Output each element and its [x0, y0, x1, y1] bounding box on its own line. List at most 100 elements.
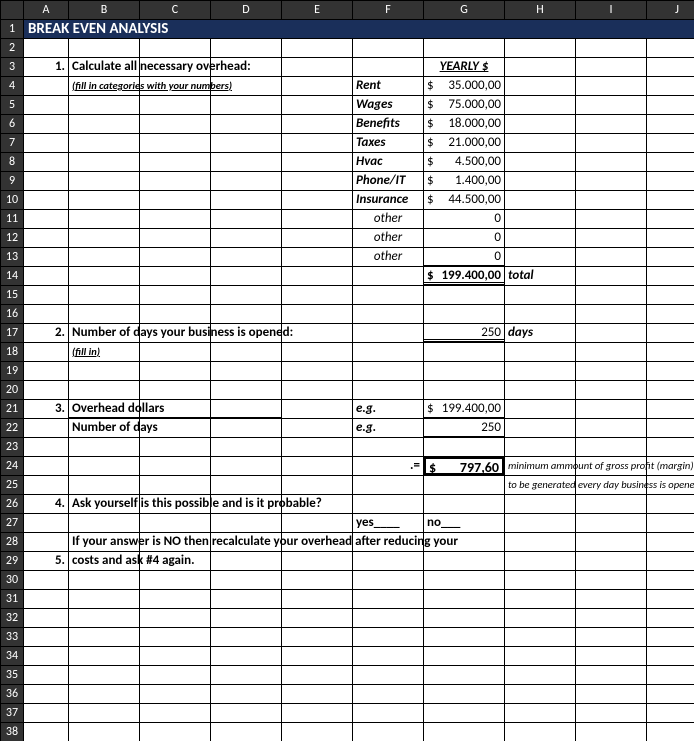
- cell[interactable]: [505, 77, 575, 95]
- cell[interactable]: [505, 115, 575, 133]
- cell[interactable]: [424, 381, 504, 399]
- cell[interactable]: [211, 704, 281, 722]
- cell[interactable]: [140, 305, 210, 323]
- row-header[interactable]: 29: [1, 552, 23, 570]
- col-header[interactable]: D: [211, 1, 281, 19]
- cell[interactable]: [576, 571, 646, 589]
- cell[interactable]: [140, 457, 210, 475]
- cell[interactable]: [282, 191, 352, 209]
- overhead-label[interactable]: Phone/IT: [353, 172, 423, 190]
- cell[interactable]: [211, 134, 281, 152]
- cell[interactable]: [576, 381, 646, 399]
- overhead-label[interactable]: Insurance: [353, 191, 423, 209]
- cell[interactable]: [69, 381, 139, 399]
- note[interactable]: minimum ammount of gross profit (margin): [505, 457, 575, 475]
- section-sub[interactable]: (fill in): [69, 343, 139, 361]
- cell[interactable]: [353, 324, 423, 342]
- cell[interactable]: [282, 419, 352, 437]
- cell[interactable]: [69, 457, 139, 475]
- cell[interactable]: [24, 647, 68, 665]
- row-header[interactable]: 25: [1, 476, 23, 494]
- cell[interactable]: [647, 96, 694, 114]
- cell[interactable]: [69, 172, 139, 190]
- cell[interactable]: [24, 571, 68, 589]
- cell[interactable]: [282, 552, 352, 570]
- cell[interactable]: [576, 723, 646, 741]
- cell[interactable]: [576, 305, 646, 323]
- row-header[interactable]: 19: [1, 362, 23, 380]
- row-header[interactable]: 12: [1, 229, 23, 247]
- cell[interactable]: [353, 666, 423, 684]
- cell[interactable]: [211, 514, 281, 532]
- cell[interactable]: [647, 438, 694, 456]
- cell[interactable]: [140, 286, 210, 304]
- col-header[interactable]: F: [353, 1, 423, 19]
- cell[interactable]: [24, 343, 68, 361]
- cell[interactable]: [140, 476, 210, 494]
- cell[interactable]: [140, 210, 210, 228]
- cell[interactable]: [647, 685, 694, 703]
- cell[interactable]: [282, 571, 352, 589]
- row-header[interactable]: 3: [1, 58, 23, 76]
- eg-label[interactable]: e.g.: [353, 419, 423, 437]
- cell[interactable]: [505, 134, 575, 152]
- cell[interactable]: [505, 210, 575, 228]
- cell[interactable]: [505, 723, 575, 741]
- cell[interactable]: [211, 362, 281, 380]
- section-sub[interactable]: (fill in categories with your numbers): [69, 77, 139, 95]
- row-header[interactable]: 21: [1, 400, 23, 418]
- row-header[interactable]: 4: [1, 77, 23, 95]
- cell[interactable]: [353, 704, 423, 722]
- cell[interactable]: [24, 248, 68, 266]
- row-header[interactable]: 13: [1, 248, 23, 266]
- cell[interactable]: [576, 590, 646, 608]
- cell[interactable]: [576, 96, 646, 114]
- row-header[interactable]: 35: [1, 666, 23, 684]
- cell[interactable]: [505, 153, 575, 171]
- days-open-value[interactable]: 250: [424, 324, 504, 342]
- cell[interactable]: [211, 343, 281, 361]
- overhead-value[interactable]: $1.400,00: [424, 172, 504, 190]
- cell[interactable]: [505, 229, 575, 247]
- cell[interactable]: [647, 58, 694, 76]
- cell[interactable]: [282, 343, 352, 361]
- cell[interactable]: [424, 628, 504, 646]
- cell[interactable]: [647, 153, 694, 171]
- cell[interactable]: [24, 172, 68, 190]
- cell[interactable]: [211, 191, 281, 209]
- cell[interactable]: [505, 381, 575, 399]
- cell[interactable]: [69, 153, 139, 171]
- cell[interactable]: [576, 58, 646, 76]
- cell[interactable]: [282, 685, 352, 703]
- cell[interactable]: [211, 400, 281, 418]
- row-header[interactable]: 16: [1, 305, 23, 323]
- cell[interactable]: [647, 704, 694, 722]
- cell[interactable]: [140, 115, 210, 133]
- row-header[interactable]: 27: [1, 514, 23, 532]
- cell[interactable]: [505, 58, 575, 76]
- cell[interactable]: [24, 666, 68, 684]
- cell[interactable]: [647, 571, 694, 589]
- cell[interactable]: [69, 115, 139, 133]
- cell[interactable]: [505, 609, 575, 627]
- cell[interactable]: [282, 58, 352, 76]
- cell[interactable]: [282, 514, 352, 532]
- cell[interactable]: [576, 552, 646, 570]
- cell[interactable]: [282, 381, 352, 399]
- cell[interactable]: [353, 495, 423, 513]
- cell[interactable]: [211, 457, 281, 475]
- cell[interactable]: [505, 590, 575, 608]
- cell[interactable]: [424, 552, 504, 570]
- cell[interactable]: [69, 362, 139, 380]
- cell[interactable]: [505, 571, 575, 589]
- col-header[interactable]: G: [424, 1, 504, 19]
- cell[interactable]: [505, 191, 575, 209]
- cell[interactable]: [353, 58, 423, 76]
- cell[interactable]: [282, 457, 352, 475]
- cell[interactable]: [282, 39, 352, 57]
- step-number[interactable]: 4.: [24, 495, 68, 513]
- cell[interactable]: [576, 628, 646, 646]
- cell[interactable]: [647, 533, 694, 551]
- overhead-value[interactable]: $75.000,00: [424, 96, 504, 114]
- instruction[interactable]: If your answer is NO then recalculate yo…: [69, 533, 139, 551]
